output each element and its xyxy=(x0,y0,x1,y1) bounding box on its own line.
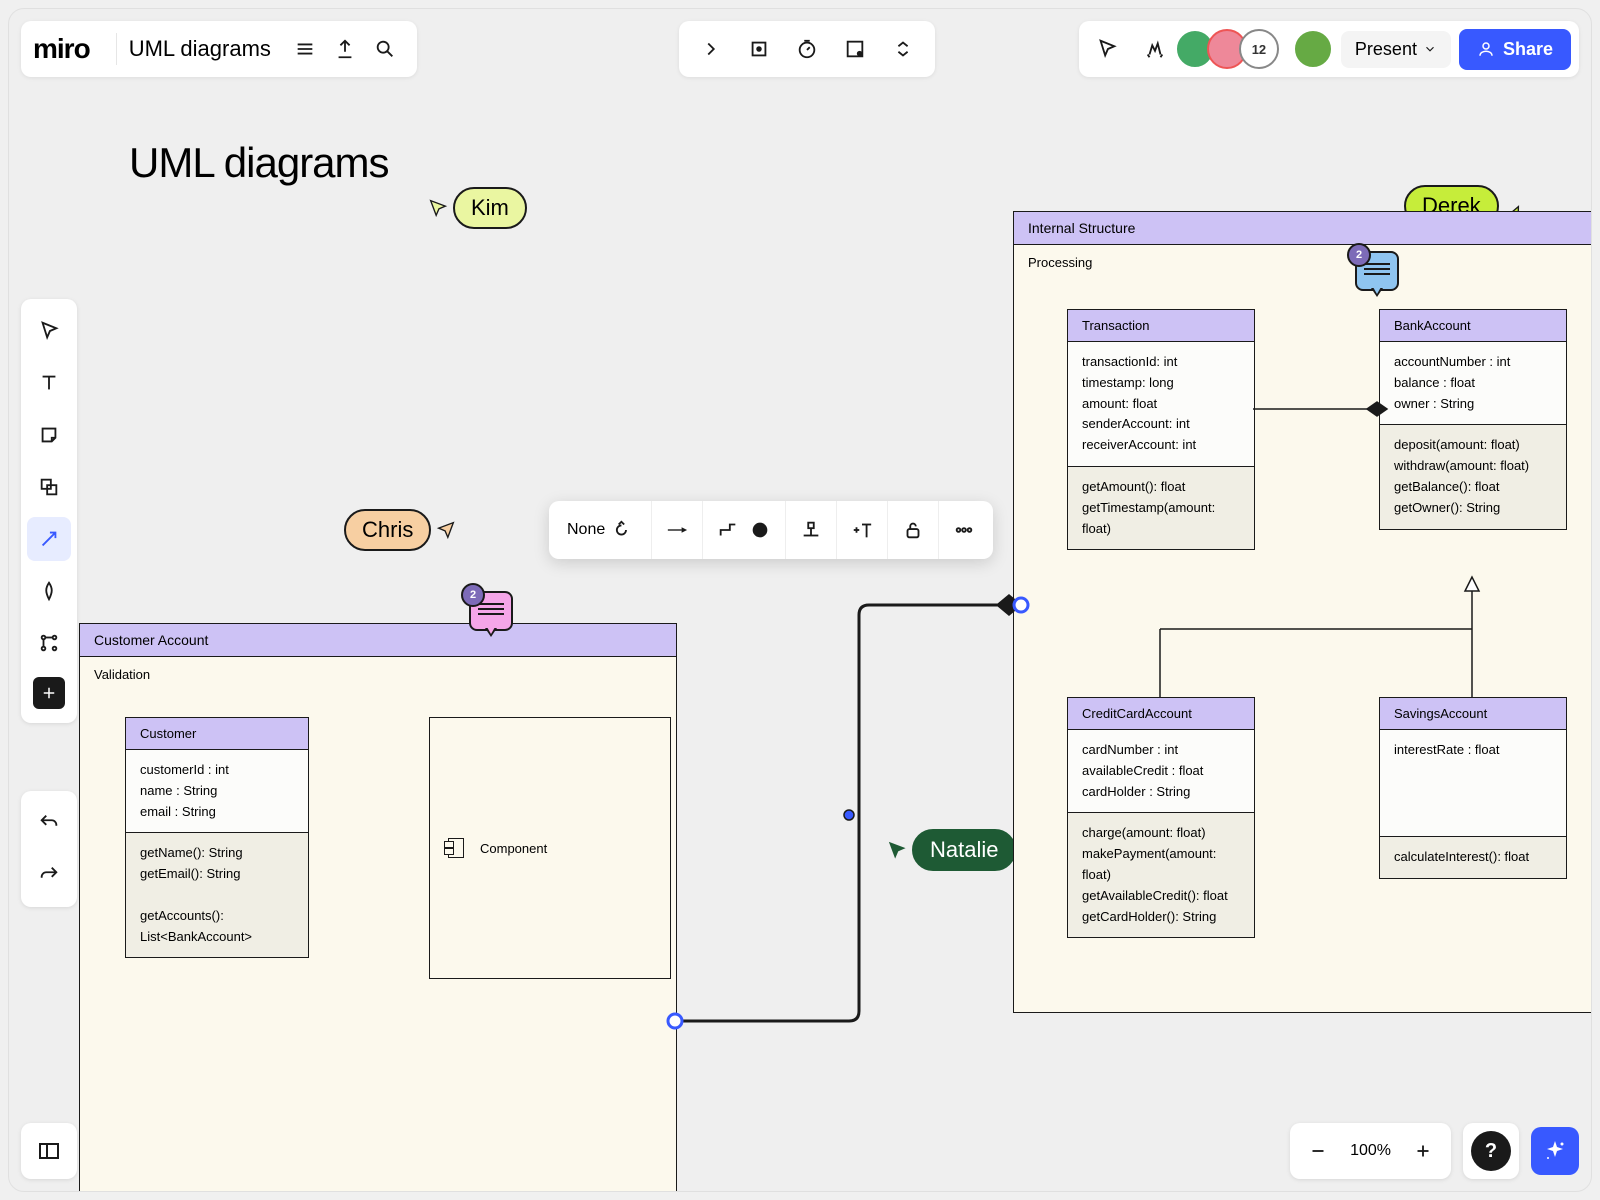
class-transaction-attrs: transactionId: int timestamp: long amoun… xyxy=(1068,342,1254,467)
reactions-icon[interactable] xyxy=(1135,29,1175,69)
share-button[interactable]: Share xyxy=(1459,29,1571,70)
redo-button[interactable] xyxy=(27,853,71,897)
ctx-add-text[interactable] xyxy=(837,501,888,559)
collapse-icon[interactable] xyxy=(883,29,923,69)
left-toolbar xyxy=(21,299,77,723)
cursor-natalie-label: Natalie xyxy=(912,829,1016,871)
divider xyxy=(116,33,117,65)
ctx-line-type[interactable] xyxy=(703,501,786,559)
class-creditcard-name: CreditCardAccount xyxy=(1068,698,1254,730)
undo-button[interactable] xyxy=(27,801,71,845)
class-savings-ops: calculateInterest(): float xyxy=(1380,837,1566,878)
package-right-section: Processing xyxy=(1014,245,1592,280)
topbar-center xyxy=(679,21,935,77)
diagram-tool[interactable] xyxy=(27,621,71,665)
shape-tool[interactable] xyxy=(27,465,71,509)
class-bankaccount[interactable]: BankAccount accountNumber : int balance … xyxy=(1379,309,1567,530)
class-creditcard-attrs: cardNumber : int availableCredit : float… xyxy=(1068,730,1254,813)
select-tool[interactable] xyxy=(27,309,71,353)
present-label: Present xyxy=(1355,39,1417,60)
ctx-arrow-style[interactable] xyxy=(652,501,703,559)
class-savings-name: SavingsAccount xyxy=(1380,698,1566,730)
undo-toolbar xyxy=(21,791,77,907)
package-right-title: Internal Structure xyxy=(1014,212,1592,245)
zoom-controls: 100% ? xyxy=(1290,1123,1579,1179)
share-label: Share xyxy=(1503,39,1553,60)
topbar-left: miro UML diagrams xyxy=(21,21,417,77)
pen-tool[interactable] xyxy=(27,569,71,613)
chevron-right-icon[interactable] xyxy=(691,29,731,69)
class-creditcard[interactable]: CreditCardAccount cardNumber : int avail… xyxy=(1067,697,1255,938)
class-transaction-ops: getAmount(): float getTimestamp(amount: … xyxy=(1068,467,1254,549)
class-savings-attrs: interestRate : float xyxy=(1380,730,1566,837)
component-box[interactable]: Component xyxy=(429,717,671,979)
class-bankaccount-name: BankAccount xyxy=(1380,310,1566,342)
class-customer-name: Customer xyxy=(126,718,308,750)
zoom-out-button[interactable] xyxy=(1298,1131,1338,1171)
cursor-kim-label: Kim xyxy=(453,187,527,229)
timer-icon[interactable] xyxy=(787,29,827,69)
minimap-button[interactable] xyxy=(21,1123,77,1179)
package-left-section: Validation xyxy=(80,657,676,692)
comment-left-count: 2 xyxy=(461,583,485,607)
text-tool[interactable] xyxy=(27,361,71,405)
class-customer-attrs: customerId : int name : String email : S… xyxy=(126,750,308,833)
present-button[interactable]: Present xyxy=(1341,31,1451,68)
class-transaction-name: Transaction xyxy=(1068,310,1254,342)
class-bankaccount-attrs: accountNumber : int balance : float owne… xyxy=(1380,342,1566,425)
class-savings[interactable]: SavingsAccount interestRate : float calc… xyxy=(1379,697,1567,879)
cursor-chris: Chris xyxy=(344,509,461,551)
export-icon[interactable] xyxy=(325,29,365,69)
frame-icon[interactable] xyxy=(739,29,779,69)
class-customer-ops: getName(): String getEmail(): String get… xyxy=(126,833,308,957)
connector-tool[interactable] xyxy=(27,517,71,561)
component-label: Component xyxy=(480,841,547,856)
sticky-tool[interactable] xyxy=(27,413,71,457)
connector-context-toolbar: None xyxy=(549,501,993,559)
search-icon[interactable] xyxy=(365,29,405,69)
miro-logo[interactable]: miro xyxy=(33,33,90,65)
comment-pin-right[interactable]: 2 xyxy=(1355,251,1399,291)
comment-right-count: 2 xyxy=(1347,243,1371,267)
menu-icon[interactable] xyxy=(285,29,325,69)
ctx-align[interactable] xyxy=(786,501,837,559)
current-user-avatar[interactable] xyxy=(1293,29,1333,69)
ctx-line-start[interactable]: None xyxy=(553,501,652,559)
class-bankaccount-ops: deposit(amount: float) withdraw(amount: … xyxy=(1380,425,1566,528)
apps-icon[interactable] xyxy=(835,29,875,69)
class-creditcard-ops: charge(amount: float) makePayment(amount… xyxy=(1068,813,1254,937)
package-left-title: Customer Account xyxy=(80,624,676,657)
topbar-right: 12 Present Share xyxy=(1079,21,1579,77)
ctx-lock[interactable] xyxy=(888,501,939,559)
cursor-kim: Kim xyxy=(427,187,527,229)
ctx-line-start-label: None xyxy=(567,521,605,539)
avatar-overflow[interactable]: 12 xyxy=(1239,29,1279,69)
ai-button[interactable] xyxy=(1531,1127,1579,1175)
component-icon xyxy=(448,838,464,858)
comment-pin-left[interactable]: 2 xyxy=(469,591,513,631)
canvas-title[interactable]: UML diagrams xyxy=(129,139,389,187)
ctx-more[interactable] xyxy=(939,501,989,559)
board-title[interactable]: UML diagrams xyxy=(129,36,271,62)
add-tool[interactable] xyxy=(33,677,65,709)
canvas[interactable]: miro UML diagrams 12 Present Share xyxy=(9,9,1591,1191)
collaborator-avatars[interactable]: 12 xyxy=(1183,29,1279,69)
class-customer[interactable]: Customer customerId : int name : String … xyxy=(125,717,309,958)
class-transaction[interactable]: Transaction transactionId: int timestamp… xyxy=(1067,309,1255,550)
cursor-natalie: Natalie xyxy=(886,829,1016,871)
cursor-icon[interactable] xyxy=(1087,29,1127,69)
help-button[interactable]: ? xyxy=(1471,1131,1511,1171)
zoom-level[interactable]: 100% xyxy=(1338,1142,1403,1160)
cursor-chris-label: Chris xyxy=(344,509,431,551)
zoom-in-button[interactable] xyxy=(1403,1131,1443,1171)
